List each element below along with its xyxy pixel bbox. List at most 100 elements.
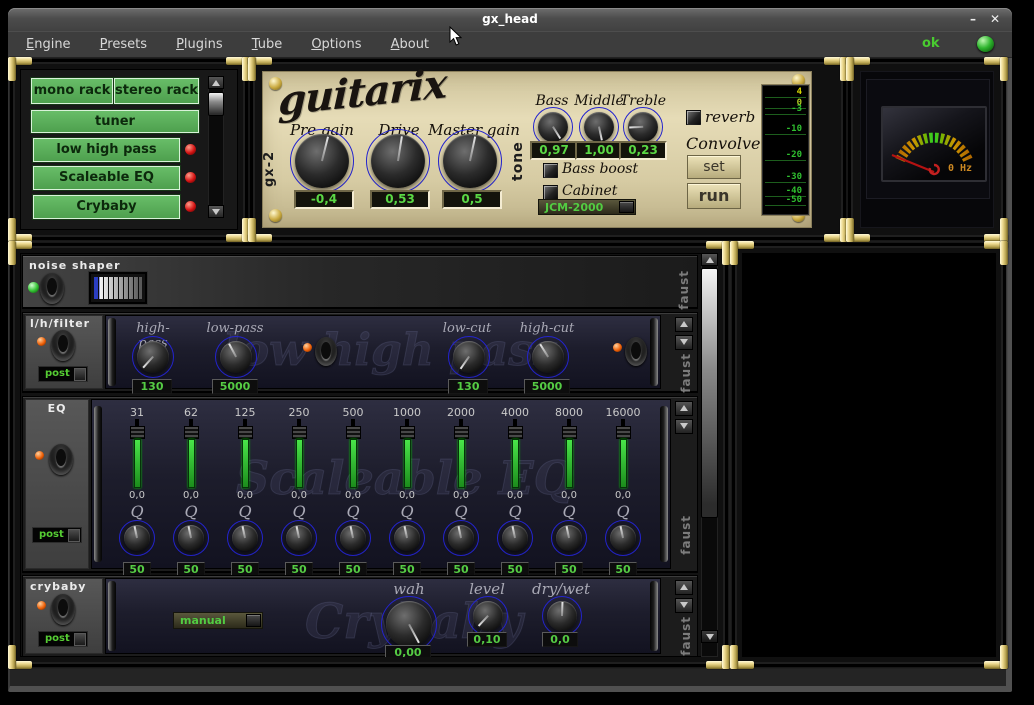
- band-gain-slider[interactable]: [130, 426, 145, 439]
- reverb-checkbox[interactable]: [686, 110, 701, 125]
- menu-item-options[interactable]: Options: [305, 35, 367, 54]
- cabinet-checkbox[interactable]: [543, 185, 558, 200]
- wah-knob[interactable]: [381, 596, 437, 652]
- lh-section-toggle[interactable]: [315, 337, 337, 366]
- band-q-knob[interactable]: [605, 520, 641, 556]
- low-pass-knob[interactable]: [215, 336, 257, 378]
- close-button[interactable]: ✕: [986, 11, 1004, 28]
- band-q-knob[interactable]: [227, 520, 263, 556]
- band-q-knob[interactable]: [497, 520, 533, 556]
- convolver-run-button[interactable]: run: [687, 183, 741, 209]
- band-q-knob[interactable]: [335, 520, 371, 556]
- mono-rack-button[interactable]: mono rack: [31, 78, 113, 104]
- band-slider-track[interactable]: [134, 439, 141, 488]
- wah-mode-select[interactable]: manual: [173, 612, 263, 629]
- plugin-list-scrollbar[interactable]: [208, 76, 224, 218]
- band-slider-track[interactable]: [188, 439, 195, 488]
- titlebar[interactable]: gx_head – ✕: [8, 8, 1012, 31]
- eq-position-select[interactable]: post: [32, 527, 82, 543]
- band-slider-track[interactable]: [350, 439, 357, 488]
- scroll-down-icon[interactable]: [701, 630, 718, 643]
- band-q-label: Q: [218, 502, 272, 520]
- band-q-knob[interactable]: [443, 520, 479, 556]
- mastergain-knob[interactable]: [438, 129, 502, 193]
- band-gain-slider[interactable]: [508, 426, 523, 439]
- band-q-knob[interactable]: [281, 520, 317, 556]
- scroll-down-icon[interactable]: [208, 205, 224, 218]
- high-pass-knob[interactable]: [132, 336, 174, 378]
- band-freq-label: 1000: [380, 406, 434, 419]
- unit-noise-shaper: noise shaper faust: [22, 255, 698, 308]
- band-gain-slider[interactable]: [454, 426, 469, 439]
- pregain-knob[interactable]: [290, 129, 354, 193]
- convolver-set-button[interactable]: set: [687, 155, 741, 179]
- band-slider-track[interactable]: [566, 439, 573, 488]
- level-knob[interactable]: [468, 596, 508, 636]
- crybaby-position-select[interactable]: post: [38, 631, 88, 647]
- unit-collapse-button[interactable]: [675, 598, 693, 613]
- unit-expand-button[interactable]: [675, 317, 693, 332]
- band-slider-track[interactable]: [512, 439, 519, 488]
- eq-band-16000: 16000 0,0 Q 50: [596, 401, 650, 571]
- cabinet-select[interactable]: JCM-2000: [538, 199, 636, 215]
- noise-shaper-power-toggle[interactable]: [40, 273, 64, 304]
- engine-power-led[interactable]: [977, 36, 994, 52]
- minimize-button[interactable]: –: [964, 11, 982, 28]
- lh-filter-position-select[interactable]: post: [38, 366, 88, 382]
- stereo-rack-button[interactable]: stereo rack: [114, 78, 199, 104]
- menu-item-presets[interactable]: Presets: [94, 35, 153, 54]
- band-slider-track[interactable]: [620, 439, 627, 488]
- band-gain-slider[interactable]: [292, 426, 307, 439]
- tuner-button[interactable]: tuner: [31, 110, 199, 133]
- band-gain-slider[interactable]: [616, 426, 631, 439]
- unit-expand-button[interactable]: [675, 401, 693, 416]
- eq-power-toggle[interactable]: [49, 444, 73, 475]
- gold-corner-icon: [984, 645, 1008, 669]
- plugin-button-low-high-pass[interactable]: low high pass: [33, 138, 180, 162]
- scrollbar-thumb[interactable]: [208, 92, 224, 116]
- band-q-knob[interactable]: [389, 520, 425, 556]
- plugin-button-scaleable-eq[interactable]: Scaleable EQ: [33, 166, 180, 190]
- band-gain-slider[interactable]: [238, 426, 253, 439]
- band-q-knob[interactable]: [173, 520, 209, 556]
- gold-corner-icon: [8, 645, 32, 669]
- menu-item-about[interactable]: About: [385, 35, 435, 54]
- gold-corner-icon: [824, 57, 848, 81]
- menu-item-tube[interactable]: Tube: [246, 35, 288, 54]
- unit-expand-button[interactable]: [675, 580, 693, 595]
- band-slider-track[interactable]: [404, 439, 411, 488]
- lh-filter-power-toggle[interactable]: [51, 330, 75, 361]
- band-slider-track[interactable]: [458, 439, 465, 488]
- combo-handle-icon[interactable]: [619, 201, 634, 213]
- dry-wet-knob[interactable]: [542, 596, 582, 636]
- plugin-button-crybaby[interactable]: Crybaby: [33, 195, 180, 219]
- unit-power-led: [35, 451, 44, 460]
- menu-item-plugins[interactable]: Plugins: [170, 35, 229, 54]
- scroll-up-icon[interactable]: [208, 76, 224, 89]
- meter-tick: -20: [765, 151, 806, 161]
- band-gain-slider[interactable]: [562, 426, 577, 439]
- high-pass-value: 130: [132, 379, 172, 394]
- drive-knob[interactable]: [366, 129, 430, 193]
- combo-handle-icon[interactable]: [246, 614, 261, 627]
- meter-tick: -10: [765, 125, 806, 135]
- band-gain-slider[interactable]: [184, 426, 199, 439]
- noise-level-display[interactable]: [89, 272, 147, 304]
- unit-collapse-button[interactable]: [675, 419, 693, 434]
- band-gain-slider[interactable]: [400, 426, 415, 439]
- bass-boost-checkbox[interactable]: [543, 163, 558, 178]
- high-cut-knob[interactable]: [527, 336, 569, 378]
- unit-collapse-button[interactable]: [675, 335, 693, 350]
- band-slider-track[interactable]: [296, 439, 303, 488]
- band-q-knob[interactable]: [119, 520, 155, 556]
- low-cut-knob[interactable]: [448, 336, 490, 378]
- menu-item-engine[interactable]: Engine: [20, 35, 77, 54]
- dry-wet-value: 0,0: [542, 632, 578, 647]
- band-gain-slider[interactable]: [346, 426, 361, 439]
- crybaby-power-toggle[interactable]: [51, 594, 75, 625]
- band-q-knob[interactable]: [551, 520, 587, 556]
- lh-section-toggle-2[interactable]: [625, 337, 647, 366]
- scrollbar-thumb[interactable]: [701, 268, 718, 518]
- rack-scrollbar[interactable]: [701, 253, 718, 657]
- band-slider-track[interactable]: [242, 439, 249, 488]
